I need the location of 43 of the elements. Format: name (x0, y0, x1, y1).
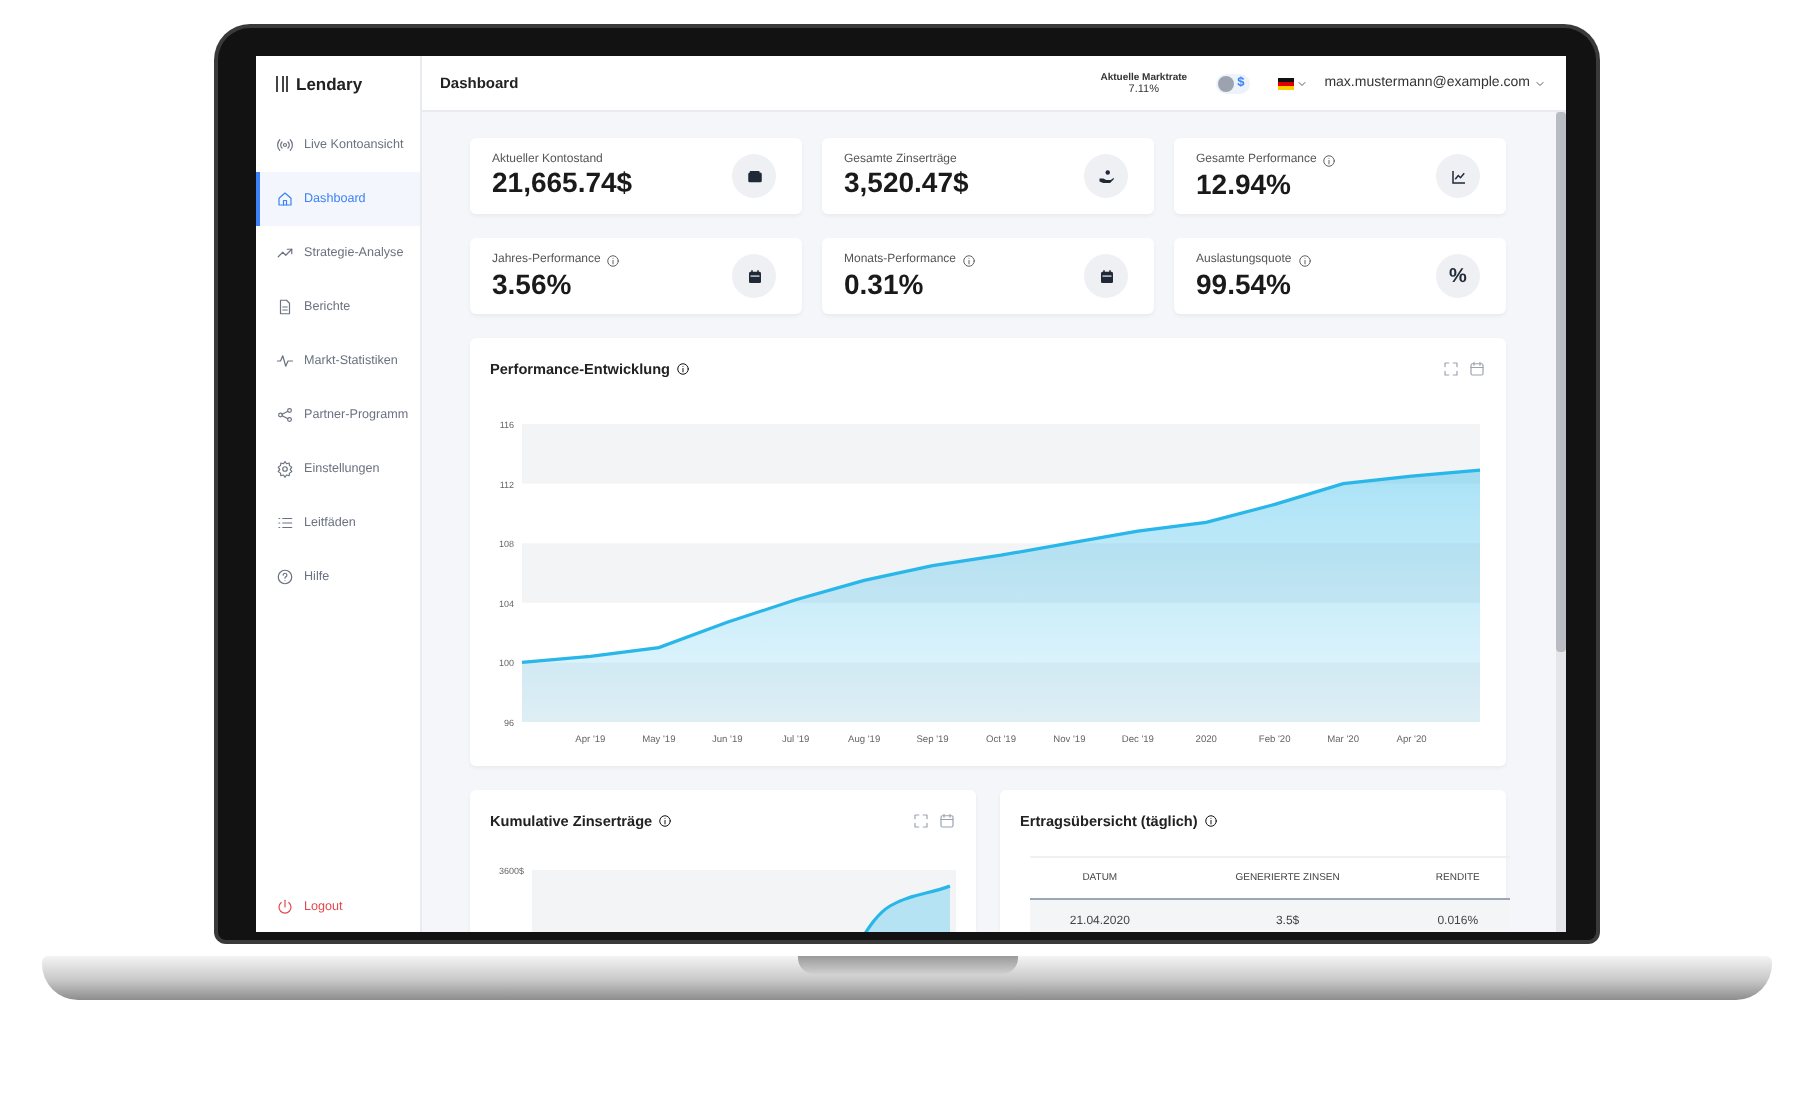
info-icon (658, 813, 673, 827)
power-icon (276, 897, 294, 915)
wallet-icon (745, 167, 763, 185)
calendar-icon (745, 267, 763, 285)
language-selector[interactable] (1278, 77, 1309, 89)
share-icon (276, 406, 294, 424)
expand-icon (1442, 359, 1460, 377)
app-logo: Lendary (296, 74, 363, 94)
percent-icon: % (1449, 265, 1467, 287)
settings-icon (276, 460, 294, 478)
logo-icon (276, 76, 288, 92)
info-icon (676, 361, 691, 375)
fullscreen-button[interactable] (1442, 359, 1460, 377)
stat-value: 3,520.47$ (844, 168, 971, 198)
date-picker-button[interactable] (938, 811, 956, 829)
stat-value: 3.56% (492, 269, 574, 299)
stat-value: 12.94% (1196, 169, 1293, 199)
document-icon (276, 298, 294, 316)
home-icon (276, 190, 294, 208)
trend-icon (276, 244, 294, 262)
info-icon (1297, 253, 1312, 267)
expand-icon (912, 811, 930, 829)
scrollbar[interactable] (1556, 112, 1566, 932)
info-icon (606, 253, 621, 267)
chevron-icon (1296, 77, 1309, 89)
info-icon (1322, 153, 1337, 167)
calendar-icon (1097, 267, 1115, 285)
calendar-icon (938, 811, 956, 829)
chevron-icon (1534, 77, 1546, 89)
list-icon (276, 514, 294, 532)
calendar-icon (1468, 359, 1486, 377)
line-chart-icon (1449, 167, 1467, 185)
fullscreen-button[interactable] (912, 811, 930, 829)
hand-coin-icon (1097, 167, 1115, 185)
stat-value: 99.54% (1196, 269, 1293, 299)
pulse-icon (276, 352, 294, 370)
info-icon (962, 253, 977, 267)
stat-value: 0.31% (844, 269, 926, 299)
stat-value: 21,665.74$ (492, 168, 635, 198)
date-picker-button[interactable] (1468, 359, 1486, 377)
info-icon (1203, 813, 1218, 827)
help-icon (276, 568, 294, 586)
broadcast-icon (276, 136, 294, 154)
